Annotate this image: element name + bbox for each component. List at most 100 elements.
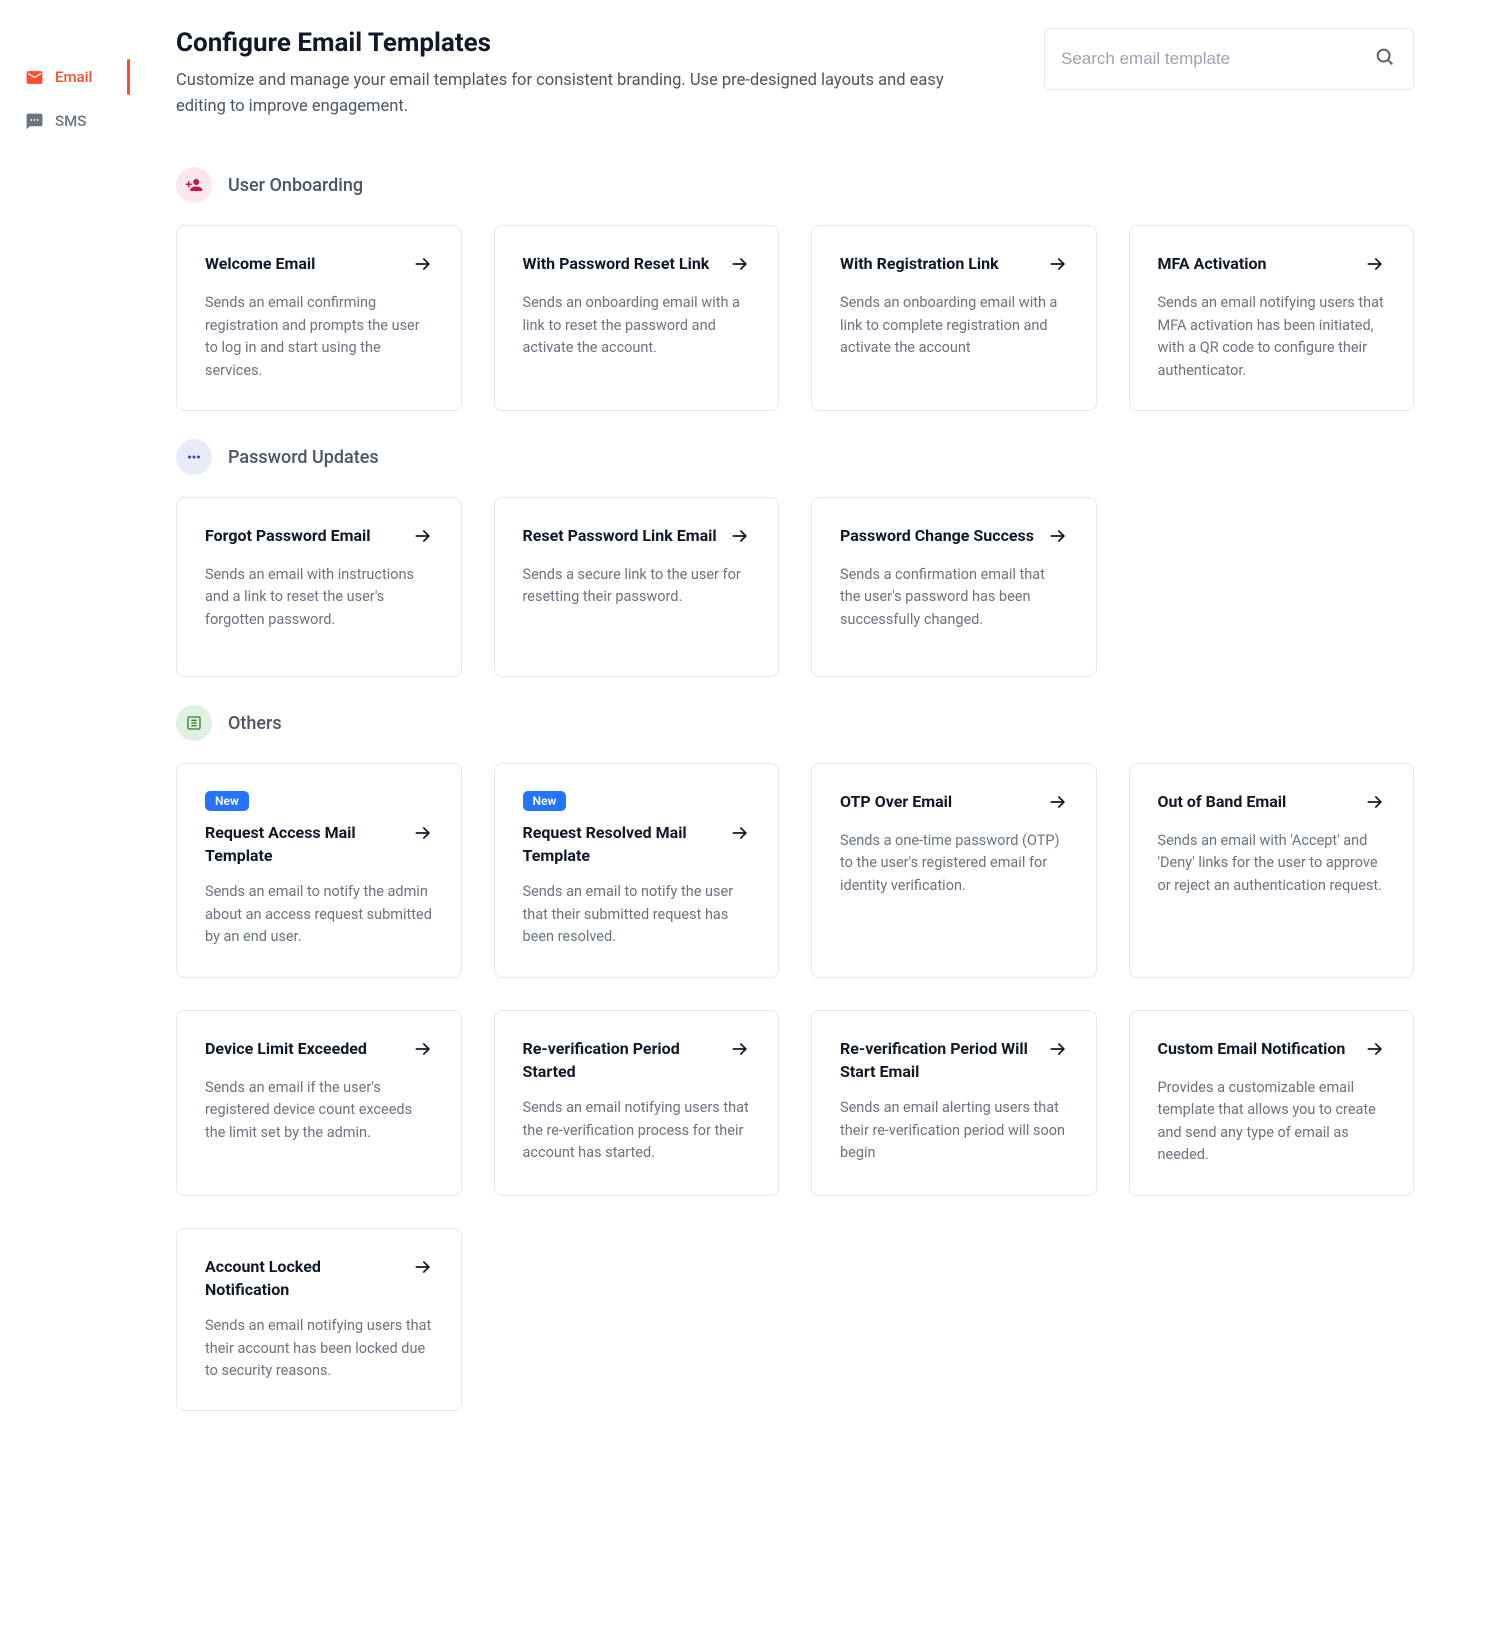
arrow-right-icon [1048, 254, 1068, 278]
card-desc: Sends an email notifying users that MFA … [1158, 292, 1386, 382]
template-card[interactable]: Reset Password Link Email Sends a secure … [494, 497, 780, 677]
arrow-right-icon [1048, 1039, 1068, 1063]
card-title-row: Welcome Email [205, 252, 433, 278]
card-title-row: Custom Email Notification [1158, 1037, 1386, 1063]
card-title-row: OTP Over Email [840, 790, 1068, 816]
template-card[interactable]: Account Locked NotificationSends an emai… [176, 1228, 462, 1412]
card-title-row: Request Resolved Mail Template [523, 821, 751, 867]
card-title: MFA Activation [1158, 252, 1267, 275]
arrow-right-icon [413, 1257, 433, 1281]
card-title-row: Re-verification Period Started [523, 1037, 751, 1083]
card-title: Password Change Success [840, 524, 1034, 547]
card-desc: Sends a secure link to the user for rese… [523, 564, 751, 609]
card-grid: Forgot Password Email Sends an email with… [176, 497, 1414, 677]
arrow-right-icon [413, 823, 433, 847]
template-card[interactable]: Forgot Password Email Sends an email with… [176, 497, 462, 677]
template-card[interactable]: MFA Activation Sends an email notifying u… [1129, 225, 1415, 411]
template-card[interactable]: New Request Resolved Mail Template Sends a… [494, 763, 780, 978]
card-desc: Sends an email to notify the admin about… [205, 881, 433, 948]
arrow-right-icon [1365, 792, 1385, 816]
sidebar-item-label: SMS [55, 112, 86, 130]
section-header: Password Updates [176, 439, 1414, 475]
section-icon [176, 705, 212, 741]
new-badge: New [523, 791, 567, 811]
template-card[interactable]: Custom Email NotificationProvides a cust… [1129, 1010, 1415, 1196]
sidebar-item-sms[interactable]: SMS [0, 99, 130, 143]
card-title: Re-verification Period Will Start Email [840, 1037, 1036, 1083]
template-card[interactable]: With Password Reset Link Sends an onboard… [494, 225, 780, 411]
card-desc: Sends an email with 'Accept' and 'Deny' … [1158, 830, 1386, 897]
new-badge: New [205, 791, 249, 811]
search-input[interactable] [1044, 28, 1414, 90]
template-card[interactable]: Password Change Success Sends a confirmat… [811, 497, 1097, 677]
card-title: With Registration Link [840, 252, 999, 275]
card-title: OTP Over Email [840, 790, 952, 813]
card-title: Account Locked Notification [205, 1255, 401, 1301]
arrow-right-icon [413, 1039, 433, 1063]
email-icon [24, 67, 44, 87]
section-title: User Onboarding [228, 175, 363, 196]
section-title: Others [228, 713, 282, 734]
card-desc: Sends an email with instructions and a l… [205, 564, 433, 631]
arrow-right-icon [413, 526, 433, 550]
arrow-right-icon [413, 254, 433, 278]
page-subtitle: Customize and manage your email template… [176, 68, 976, 119]
card-title-row: Password Change Success [840, 524, 1068, 550]
arrow-right-icon [730, 254, 750, 278]
template-card[interactable]: Re-verification Period Will Start Email S… [811, 1010, 1097, 1196]
card-title: Re-verification Period Started [523, 1037, 719, 1083]
template-card[interactable]: With Registration Link Sends an onboardin… [811, 225, 1097, 411]
card-grid: Welcome Email Sends an email confirming r… [176, 225, 1414, 411]
arrow-right-icon [1365, 1039, 1385, 1063]
template-card[interactable]: Welcome Email Sends an email confirming r… [176, 225, 462, 411]
sidebar-item-email[interactable]: Email [0, 55, 130, 99]
sms-icon [24, 111, 44, 131]
section-icon [176, 439, 212, 475]
card-title-row: Out of Band Email [1158, 790, 1386, 816]
template-card[interactable]: Re-verification Period Started Sends an e… [494, 1010, 780, 1196]
card-title: Custom Email Notification [1158, 1037, 1346, 1060]
card-title: Request Resolved Mail Template [523, 821, 719, 867]
card-desc: Sends an email if the user's registered … [205, 1077, 433, 1144]
template-card[interactable]: Device Limit Exceeded Sends an email if t… [176, 1010, 462, 1196]
arrow-right-icon [1048, 526, 1068, 550]
arrow-right-icon [730, 1039, 750, 1063]
card-grid: NewRequest Access Mail TemplateSends an … [176, 763, 1414, 1411]
card-desc: Sends an onboarding email with a link to… [840, 292, 1068, 359]
card-desc: Sends an email alerting users that their… [840, 1097, 1068, 1164]
header-text: Configure Email Templates Customize and … [176, 28, 976, 119]
card-title: Forgot Password Email [205, 524, 371, 547]
arrow-right-icon [1048, 792, 1068, 816]
sections-container: User Onboarding Welcome Email Sends an ema… [176, 167, 1414, 1411]
card-desc: Sends a confirmation email that the user… [840, 564, 1068, 631]
template-card[interactable]: Out of Band Email Sends an email with 'Ac… [1129, 763, 1415, 978]
sidebar-item-label: Email [55, 68, 92, 86]
card-title: Reset Password Link Email [523, 524, 717, 547]
card-title-row: MFA Activation [1158, 252, 1386, 278]
card-desc: Sends an onboarding email with a link to… [523, 292, 751, 359]
main-content: Configure Email Templates Customize and … [130, 0, 1460, 1651]
search-wrap [1044, 28, 1414, 90]
card-title-row: Device Limit Exceeded [205, 1037, 433, 1063]
template-card[interactable]: NewRequest Access Mail TemplateSends an … [176, 763, 462, 978]
card-title-row: With Password Reset Link [523, 252, 751, 278]
arrow-right-icon [1365, 254, 1385, 278]
card-title-row: Re-verification Period Will Start Email [840, 1037, 1068, 1083]
card-desc: Sends an email confirming registration a… [205, 292, 433, 382]
section-title: Password Updates [228, 447, 379, 468]
page-title: Configure Email Templates [176, 28, 976, 58]
card-title-row: Forgot Password Email [205, 524, 433, 550]
card-title: Out of Band Email [1158, 790, 1287, 813]
card-title-row: Reset Password Link Email [523, 524, 751, 550]
card-title-row: With Registration Link [840, 252, 1068, 278]
search-icon[interactable] [1374, 46, 1396, 72]
card-title-row: Account Locked Notification [205, 1255, 433, 1301]
card-title: Device Limit Exceeded [205, 1037, 367, 1060]
card-desc: Sends an email to notify the user that t… [523, 881, 751, 948]
section-user-onboarding: User Onboarding Welcome Email Sends an ema… [176, 167, 1414, 411]
template-card[interactable]: OTP Over Email Sends a one-time password … [811, 763, 1097, 978]
card-title: Welcome Email [205, 252, 315, 275]
card-desc: Sends a one-time password (OTP) to the u… [840, 830, 1068, 897]
card-desc: Sends an email notifying users that the … [523, 1097, 751, 1164]
sidebar: Email SMS [0, 0, 130, 1651]
